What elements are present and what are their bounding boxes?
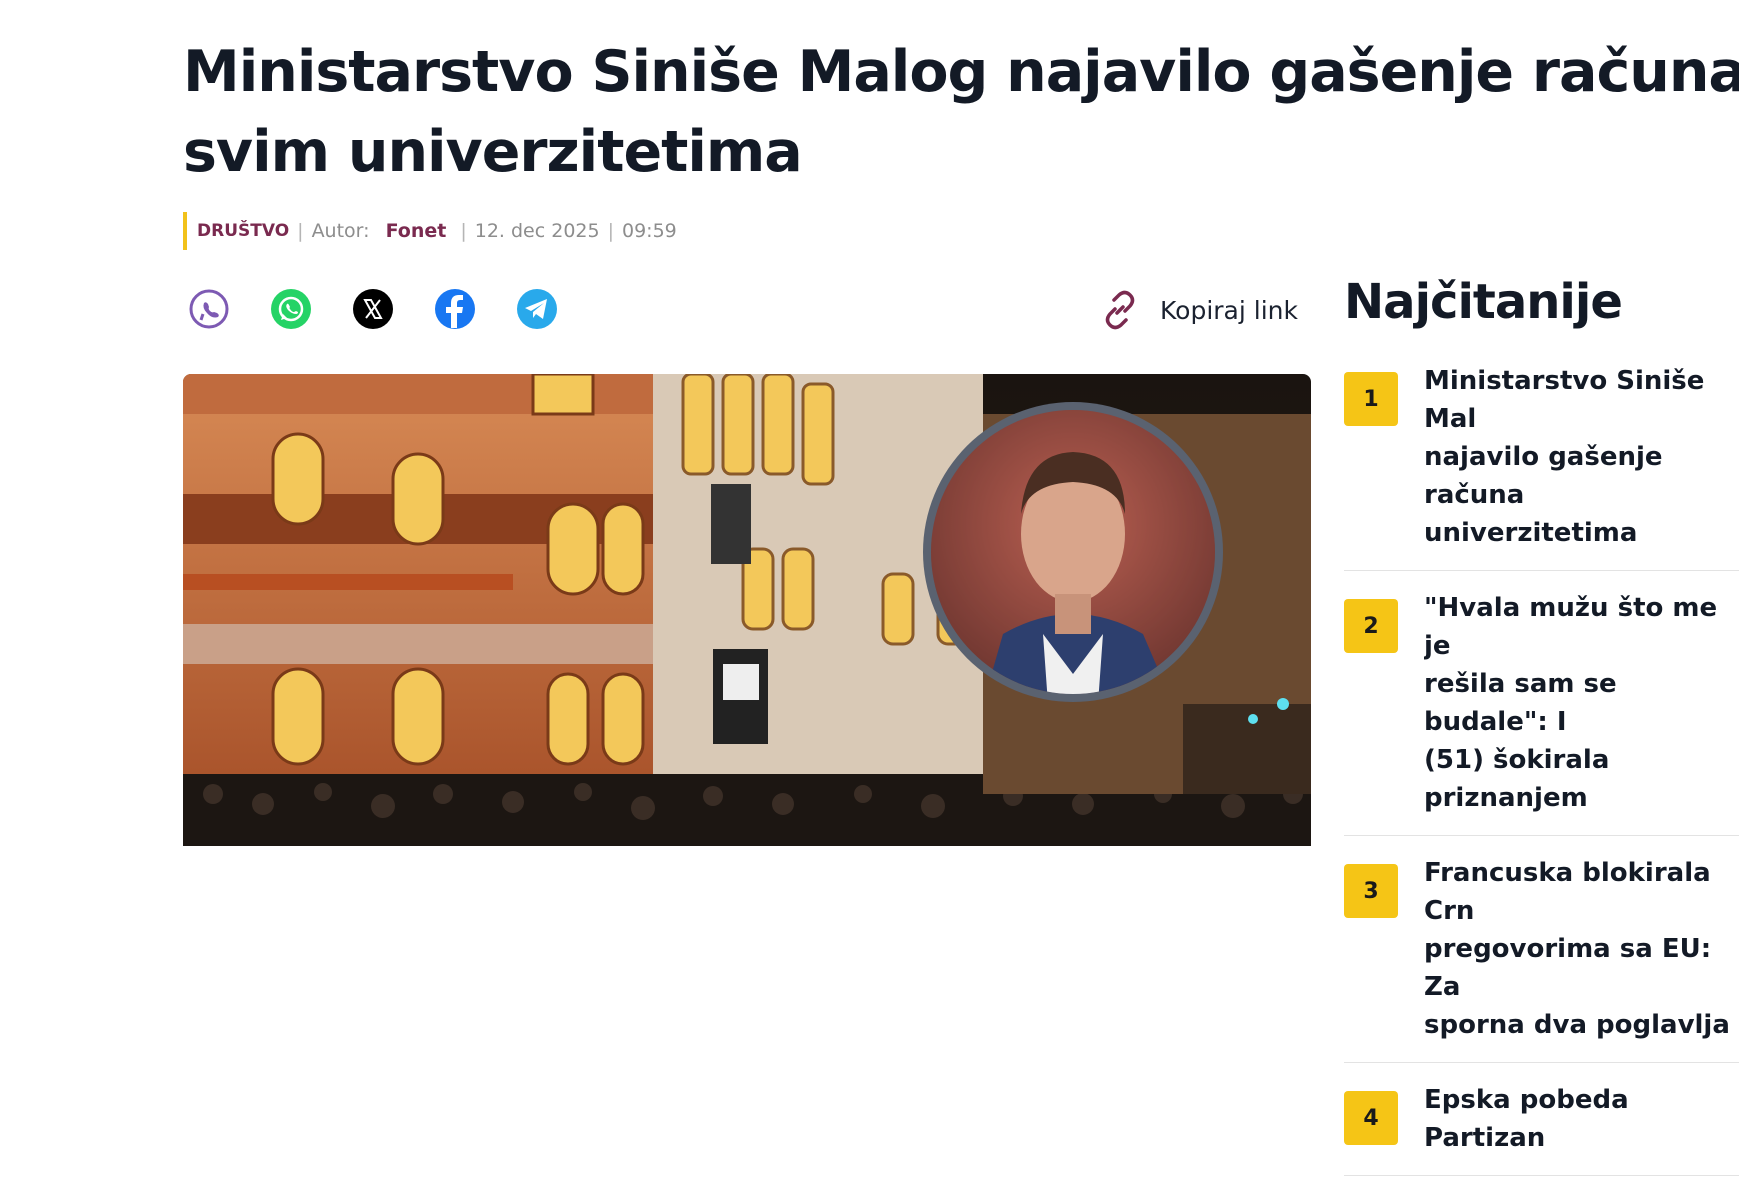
title-line-1: Ministarstvo Siniše Malog najavilo gašen… bbox=[183, 39, 1739, 105]
viber-icon[interactable] bbox=[188, 288, 230, 330]
rank-badge: 2 bbox=[1344, 599, 1398, 653]
list-item[interactable]: 2 "Hvala mužu što me je rešila sam se bu… bbox=[1344, 589, 1739, 836]
share-bar bbox=[188, 288, 558, 330]
meta-separator: | bbox=[297, 220, 304, 242]
author-link[interactable]: Fonet bbox=[386, 220, 447, 242]
x-icon[interactable] bbox=[352, 288, 394, 330]
author-label: Autor: bbox=[311, 220, 370, 242]
rank-badge: 4 bbox=[1344, 1091, 1398, 1145]
list-item[interactable]: 3 Francuska blokirala Crn pregovorima sa… bbox=[1344, 854, 1739, 1063]
category-link[interactable]: DRUŠTVO bbox=[197, 221, 289, 241]
list-item-title[interactable]: "Hvala mužu što me je rešila sam se buda… bbox=[1424, 589, 1739, 817]
list-item-title[interactable]: Francuska blokirala Crn pregovorima sa E… bbox=[1424, 854, 1739, 1044]
most-read-list: 1 Ministarstvo Siniše Mal najavilo gašen… bbox=[1344, 362, 1739, 1194]
publish-time: 09:59 bbox=[622, 220, 677, 242]
list-item-title[interactable]: Ministarstvo Siniše Mal najavilo gašenje… bbox=[1424, 362, 1739, 552]
meta-separator: | bbox=[460, 220, 467, 242]
list-item[interactable]: 4 Epska pobeda Partizan bbox=[1344, 1081, 1739, 1176]
link-icon bbox=[1105, 290, 1135, 330]
whatsapp-icon[interactable] bbox=[270, 288, 312, 330]
rank-badge: 3 bbox=[1344, 864, 1398, 918]
meta-separator: | bbox=[607, 220, 614, 242]
sidebar-title: Najčitanije bbox=[1344, 274, 1623, 330]
title-line-2: svim univerzitetima bbox=[183, 119, 803, 185]
list-item[interactable]: 1 Ministarstvo Siniše Mal najavilo gašen… bbox=[1344, 362, 1739, 571]
article-meta: DRUŠTVO | Autor: Fonet | 12. dec 2025 | … bbox=[183, 212, 677, 250]
most-read-sidebar: Najčitanije 1 Ministarstvo Siniše Mal na… bbox=[1344, 262, 1739, 1176]
list-item-title[interactable]: Epska pobeda Partizan bbox=[1424, 1081, 1739, 1157]
page-title: Ministarstvo Siniše Malog najavilo gašen… bbox=[183, 32, 1739, 192]
copy-link-label: Kopiraj link bbox=[1160, 295, 1298, 325]
hero-image bbox=[183, 374, 1311, 846]
facebook-icon[interactable] bbox=[434, 288, 476, 330]
copy-link-button[interactable]: Kopiraj link bbox=[1100, 290, 1298, 330]
publish-date: 12. dec 2025 bbox=[474, 220, 600, 242]
rank-badge: 1 bbox=[1344, 372, 1398, 426]
telegram-icon[interactable] bbox=[516, 288, 558, 330]
